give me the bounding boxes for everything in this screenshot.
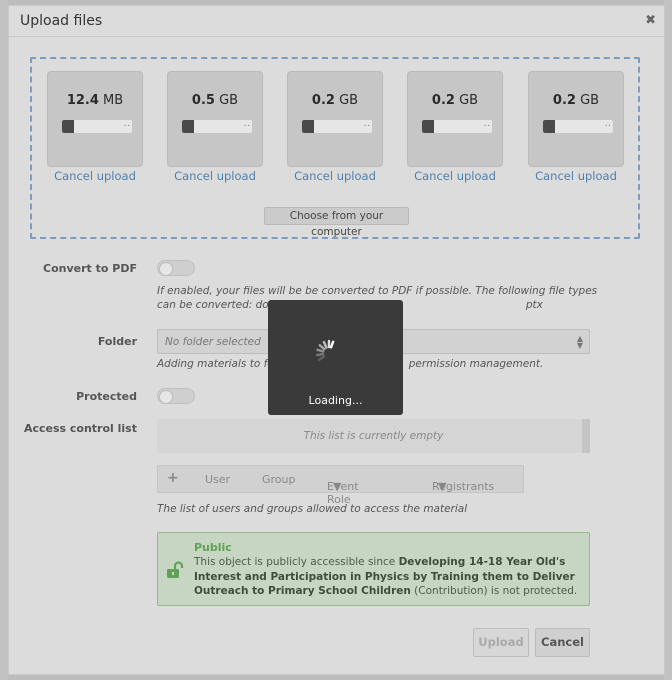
file-name-redacted: .. [302,120,372,133]
cancel-upload-link[interactable]: Cancel upload [47,169,143,183]
caret-down-icon: ▼ [438,480,447,493]
file-name-redacted: .. [543,120,613,133]
file-name-redacted: .. [62,120,132,133]
acl-scrollbar[interactable] [582,419,590,453]
loading-overlay: Loading... [268,300,403,415]
acl-empty-text: This list is currently empty [303,430,444,442]
acl-label: Access control list [23,422,137,435]
dialog-header: Upload files ✖ [9,6,664,37]
acl-list: This list is currently empty [157,419,590,453]
folder-label: Folder [97,335,137,348]
file-size: 0.2 GB [552,93,600,108]
select-arrows-icon: ▲ ▼ [576,334,583,350]
acl-toolbar: + User Group Event Role ▼ Registrants ▼ [157,465,524,506]
notice-body: This object is publicly accessible since… [194,556,578,597]
acl-user-button[interactable]: User [205,473,230,486]
spinner-icon [315,339,335,362]
file-name-redacted: .. [422,120,492,133]
file-name-redacted: .. [182,120,252,133]
cancel-upload-link[interactable]: Cancel upload [528,169,624,183]
file-size: 0.2 GB [431,93,479,108]
loading-text: Loading... [308,394,363,407]
unlock-icon [167,561,184,578]
cancel-upload-link[interactable]: Cancel upload [287,169,383,183]
close-icon[interactable]: ✖ [645,13,656,28]
protected-label: Protected [76,390,137,403]
protected-toggle[interactable] [157,388,195,404]
file-card: 0.5 GB .. [167,71,263,167]
notice-title: Public [194,541,232,554]
file-dropzone[interactable]: 12.4 MB .. Cancel upload 0.5 GB .. Cance… [30,57,640,239]
file-card: 0.2 GB .. [407,71,503,167]
choose-from-computer-button[interactable]: Choose from your computer [264,207,409,238]
acl-help: The list of users and groups allowed to … [157,503,468,515]
acl-group-button[interactable]: Group [262,473,296,486]
backdrop-left [0,0,8,680]
public-notice: Public This object is publicly accessibl… [157,532,590,606]
cancel-button[interactable]: Cancel [535,628,590,657]
file-card: 0.2 GB .. [528,71,624,167]
file-size: 0.5 GB [191,93,239,108]
folder-placeholder: No folder selected [165,336,261,348]
dialog-title: Upload files [20,13,103,29]
backdrop-right [664,0,672,680]
upload-button[interactable]: Upload [473,628,529,657]
caret-down-icon: ▼ [333,480,342,493]
file-size: 0.2 GB [311,93,359,108]
file-card: 0.2 GB .. [287,71,383,167]
cancel-upload-link[interactable]: Cancel upload [407,169,503,183]
file-size: 12.4 MB [66,93,124,108]
cancel-upload-link[interactable]: Cancel upload [167,169,263,183]
convert-pdf-toggle[interactable] [157,260,195,276]
plus-icon[interactable]: + [167,470,179,486]
convert-pdf-label: Convert to PDF [43,262,137,275]
file-card: 12.4 MB .. [47,71,143,167]
